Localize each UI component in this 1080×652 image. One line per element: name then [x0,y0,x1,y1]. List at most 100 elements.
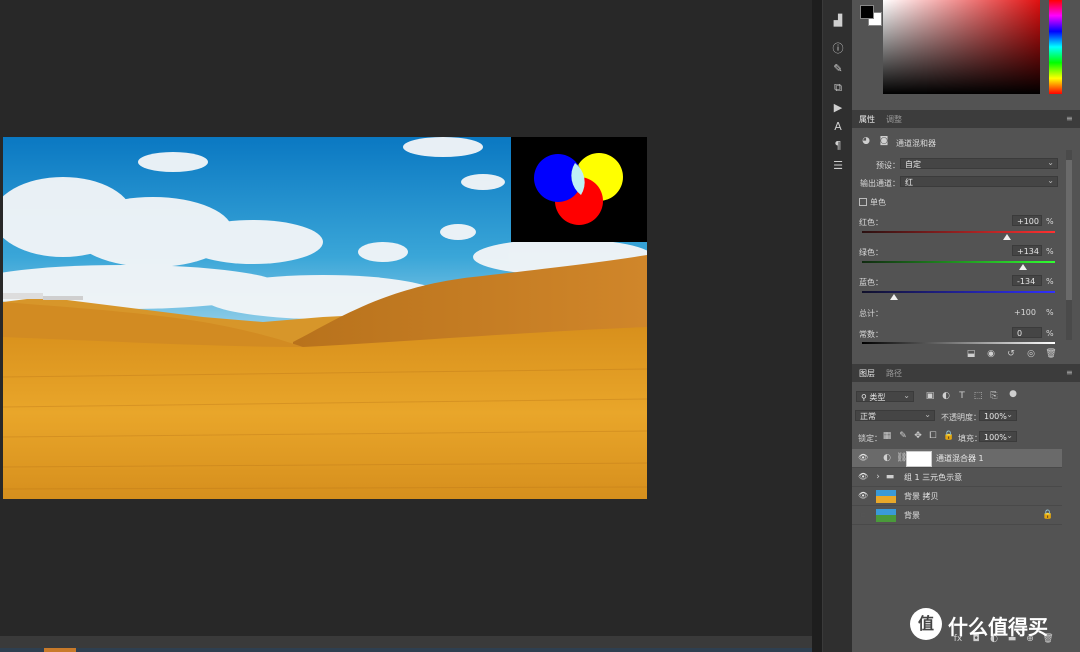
blend-mode-dropdown[interactable]: 正常 [855,409,935,421]
monochrome-label: 单色 [870,198,886,207]
view-previous-icon[interactable]: ◉ [984,349,998,359]
output-channel-label: 输出通道： [860,179,900,188]
clone-source-icon[interactable]: ⧉ [830,81,846,95]
layer-row-group[interactable]: 👁 › ▬ 组 1 三元色示意 [852,468,1062,487]
layer-mask-thumbnail[interactable] [906,451,932,467]
tab-adjustments[interactable]: 调整 [886,114,902,125]
filter-shape-icon[interactable]: ⬚ [972,391,984,401]
blue-slider-thumb[interactable] [889,294,898,300]
blue-slider-track[interactable] [862,291,1055,293]
foreground-color-swatch[interactable] [860,5,874,19]
opacity-label: 不透明度： [941,413,981,422]
properties-scrollbar[interactable] [1066,150,1072,340]
tab-layers[interactable]: 图层 [859,368,875,379]
color-field[interactable] [883,0,1040,94]
folder-icon: ▬ [885,472,895,482]
green-value-input[interactable]: +134 [1012,245,1042,256]
lock-icon: 🔒 [1042,510,1054,520]
preset-label: 预设： [876,161,900,170]
taskbar [0,648,812,652]
layer-row-background-copy[interactable]: 👁 背景 拷贝 [852,487,1062,506]
red-slider-track[interactable] [862,231,1055,233]
panel-menu-icon[interactable]: ≡ [1066,115,1074,123]
chevron-right-icon[interactable]: › [874,472,882,482]
layer-mask-icon[interactable]: ◙ [878,136,890,146]
eye-icon[interactable]: 👁 [858,473,868,481]
lock-position-icon[interactable]: ✥ [913,431,923,441]
preset-dropdown[interactable]: 自定 [900,157,1058,169]
layers-menu-icon[interactable]: ≡ [1066,369,1074,377]
layer-row-background[interactable]: ▫ 背景 🔒 [852,506,1062,525]
right-panel: 属性 调整 ≡ ◕ ◙ 通道混和器 预设： 自定 输出通道： 红 单色 红色： … [852,0,1080,652]
info-icon[interactable]: ⓘ [830,42,846,56]
opacity-input[interactable]: 100% [979,409,1017,421]
monochrome-checkbox[interactable] [859,198,867,206]
blue-value-input[interactable]: -134 [1012,275,1042,286]
red-label: 红色： [859,218,883,227]
channel-mixer-icon: ◕ [862,136,870,146]
red-value-input[interactable]: +100 [1012,215,1042,226]
eye-icon[interactable]: 👁 [858,454,868,462]
constant-unit: % [1046,329,1054,338]
output-channel-dropdown[interactable]: 红 [900,175,1058,187]
green-unit: % [1046,247,1054,256]
filter-type-icon[interactable]: T [956,391,968,401]
total-label: 总计： [859,309,883,318]
fill-input[interactable]: 100% [979,430,1017,442]
filter-toggle-icon[interactable]: ● [1008,389,1018,399]
taskbar-active-item[interactable] [44,648,76,652]
properties-panel-header: 属性 调整 ≡ [852,110,1080,128]
adjustment-sliders-icon[interactable]: ☰ [830,159,846,173]
lock-artboard-icon[interactable]: ⧠ [928,431,938,441]
tab-properties[interactable]: 属性 [859,114,875,125]
red-slider-thumb[interactable] [1002,234,1011,240]
watermark-logo: 值 [910,608,942,640]
visibility-toggle-icon[interactable]: ◎ [1024,349,1038,359]
layer-filter-dropdown[interactable]: ⚲ 类型 [856,390,914,402]
layer-name: 背景 拷贝 [904,492,939,501]
lock-pixels-icon[interactable]: ✎ [898,431,908,441]
scrollbar-thumb[interactable] [1066,160,1072,300]
hue-slider[interactable] [1049,0,1062,94]
eye-hidden-icon[interactable]: ▫ [858,511,868,519]
color-panel [852,0,1080,108]
green-slider-thumb[interactable] [1019,264,1028,270]
green-slider-track[interactable] [862,261,1055,263]
reset-icon[interactable]: ↺ [1004,349,1018,359]
layer-row-channel-mixer[interactable]: 👁 ◐ ⛓ 通道混合器 1 [852,449,1062,468]
total-value: +100 [1014,308,1036,317]
layer-name: 背景 [904,511,920,520]
red-unit: % [1046,217,1054,226]
layer-thumbnail[interactable] [876,509,896,522]
total-unit: % [1046,308,1054,317]
paragraph-icon[interactable]: ¶ [830,139,846,153]
character-icon[interactable]: A [830,120,846,134]
constant-slider-track[interactable] [862,342,1055,344]
layers-panel-header: 图层 路径 ≡ [852,364,1080,382]
green-label: 绿色： [859,248,883,257]
eye-icon[interactable]: 👁 [858,492,868,500]
delete-adjustment-icon[interactable]: 🗑 [1044,349,1058,359]
histogram-icon[interactable]: ▟ [830,14,846,28]
brush-settings-icon[interactable]: ✎ [830,62,846,76]
layer-thumbnail[interactable] [876,490,896,503]
clip-to-layer-icon[interactable]: ⬓ [964,349,978,359]
blue-label: 蓝色： [859,278,883,287]
link-icon[interactable]: ⛓ [896,453,907,463]
constant-label: 常数： [859,330,883,339]
panel-dock-strip: ▟ ⓘ ✎ ⧉ ▶ A ¶ ☰ [822,0,853,652]
filter-smart-object-icon[interactable]: ⎘ [988,391,1000,401]
lock-all-icon[interactable]: 🔒 [943,431,954,441]
document-image[interactable] [3,137,647,499]
play-action-icon[interactable]: ▶ [830,101,846,115]
layer-name: 组 1 三元色示意 [904,473,963,482]
tab-paths[interactable]: 路径 [886,368,902,379]
panel-divider[interactable] [812,0,822,652]
properties-title: 通道混和器 [896,139,936,148]
filter-adjustment-icon[interactable]: ◐ [940,391,952,401]
watermark-text: 什么值得买 [948,615,1048,639]
lock-label: 锁定： [858,434,882,443]
constant-value-input[interactable]: 0 [1012,327,1042,338]
lock-transparent-icon[interactable]: ▦ [882,431,892,441]
filter-pixel-icon[interactable]: ▣ [924,391,936,401]
